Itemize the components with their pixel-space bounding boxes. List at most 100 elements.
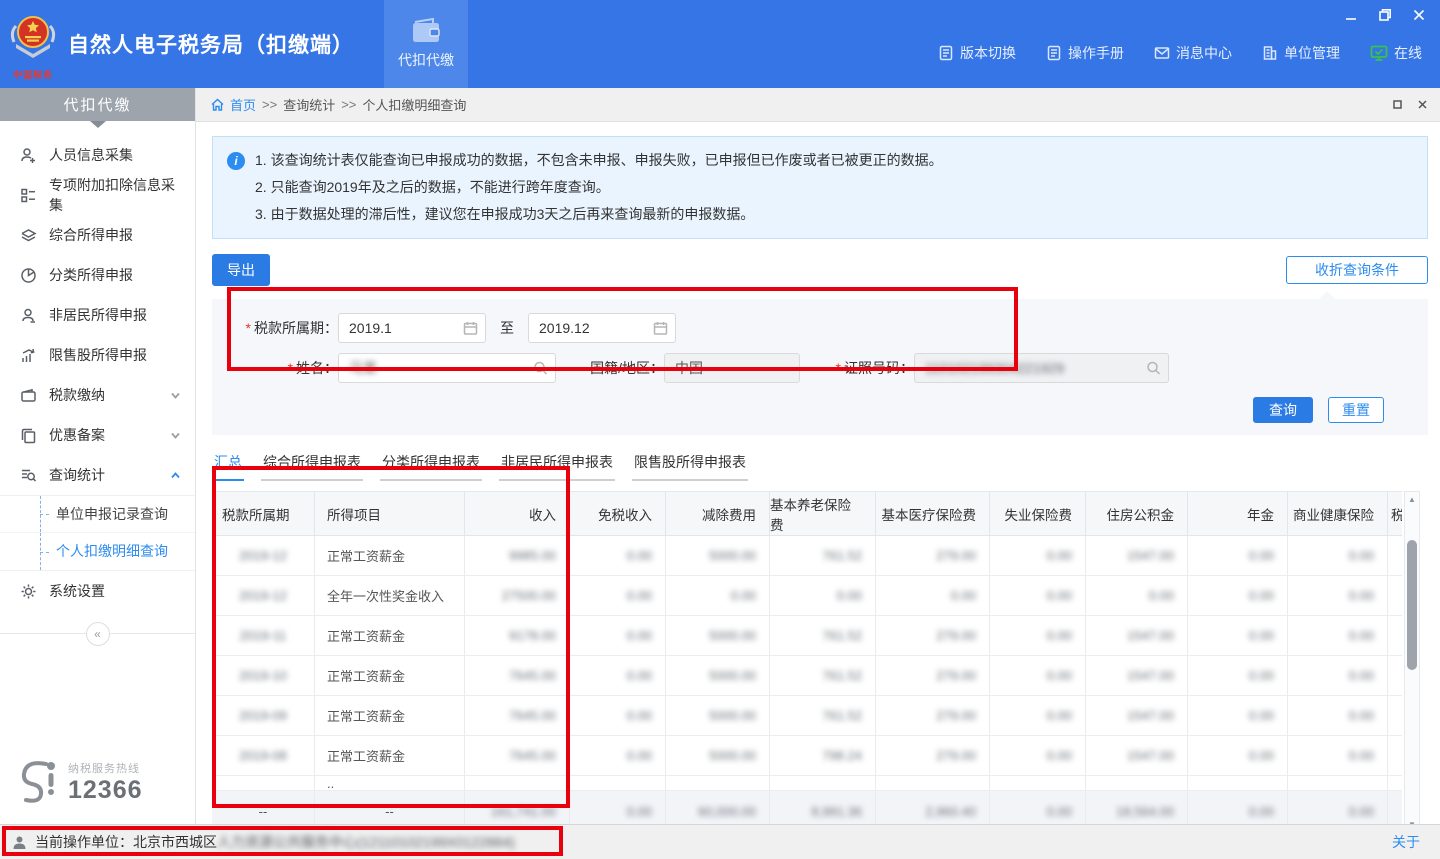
table-cell — [1388, 656, 1402, 696]
table-row[interactable]: 2019-09正常工资薪金7645.000.005000.00761.52279… — [212, 696, 1402, 736]
table-row[interactable]: 2019-08正常工资薪金7645.000.005000.00798.24279… — [212, 736, 1402, 776]
table-cell: 0.00 — [770, 576, 876, 616]
column-header[interactable]: 失业保险费 — [990, 492, 1086, 536]
breadcrumb-home[interactable]: 首页 — [230, 95, 256, 114]
column-header[interactable]: 收入 — [465, 492, 570, 536]
nationality-input[interactable]: 中国 — [664, 353, 800, 383]
column-header[interactable]: 基本养老保险费 — [770, 492, 876, 536]
titlebar: 中国税务 自然人电子税务局（扣缴端） 代扣代缴 版本切换 操作手册 消息中心 单… — [0, 0, 1440, 88]
table-cell: 0.00 — [570, 791, 666, 824]
about-link[interactable]: 关于 — [1392, 832, 1420, 852]
tab-restricted-shares-form[interactable]: 限售股所得申报表 — [632, 449, 748, 481]
tab-summary[interactable]: 汇总 — [212, 449, 244, 481]
menu-message-center[interactable]: 消息中心 — [1154, 43, 1232, 63]
close-button[interactable] — [1412, 8, 1426, 22]
scroll-up-arrow[interactable]: ▲ — [1405, 492, 1419, 506]
search-icon — [533, 361, 548, 376]
search-list-icon — [20, 467, 37, 484]
table-row[interactable]: 2019-12正常工资薪金9985.000.005000.00761.52279… — [212, 536, 1402, 576]
table-cell: 0.00 — [1188, 696, 1288, 736]
menu-unit-management[interactable]: 单位管理 — [1262, 43, 1340, 63]
vertical-scrollbar[interactable]: ▲ ▼ — [1404, 491, 1420, 824]
table-cell: 1547.00 — [1086, 696, 1188, 736]
table-cell — [1086, 776, 1188, 791]
panel-restore-icon[interactable] — [1392, 99, 1403, 110]
column-header[interactable]: 免税收入 — [570, 492, 666, 536]
breadcrumb-current-page: 个人扣缴明细查询 — [362, 95, 466, 114]
sidebar-subitem-unit-declaration-query[interactable]: 单位申报记录查询 — [0, 496, 195, 533]
sidebar-collapse-button[interactable]: « — [86, 622, 110, 646]
table-cell — [465, 776, 570, 791]
sidebar-item-comprehensive-income[interactable]: 综合所得申报 — [0, 215, 195, 255]
column-header[interactable]: 减除费用 — [666, 492, 770, 536]
column-header[interactable]: 所得项目 — [315, 492, 465, 536]
export-button[interactable]: 导出 — [212, 254, 270, 286]
table-cell: 正常工资薪金 — [315, 736, 465, 776]
column-header[interactable]: 商业健康保险 — [1288, 492, 1388, 536]
tab-nonresident-income-form[interactable]: 非居民所得申报表 — [499, 449, 615, 481]
sidebar-item-tax-payment[interactable]: 税款缴纳 — [0, 375, 195, 415]
tab-classified-income-form[interactable]: 分类所得申报表 — [380, 449, 482, 481]
sidebar-item-preferential-record[interactable]: 优惠备案 — [0, 415, 195, 455]
sidebar-subitem-personal-withholding-query[interactable]: 个人扣缴明细查询 — [0, 533, 195, 570]
period-from-input[interactable]: 2019.1 — [338, 313, 486, 343]
table-row[interactable]: 2019-10正常工资薪金7645.000.005000.00761.52279… — [212, 656, 1402, 696]
menu-version-switch[interactable]: 版本切换 — [938, 43, 1016, 63]
panel-notch — [1318, 291, 1336, 300]
required-asterisk: * — [246, 320, 251, 336]
table-row[interactable]: 2019-12全年一次性奖金收入27500.000.000.000.000.00… — [212, 576, 1402, 616]
collapse-query-conditions-button[interactable]: 收折查询条件 — [1286, 256, 1428, 284]
sidebar-item-personnel-info[interactable]: 人员信息采集 — [0, 135, 195, 175]
online-status[interactable]: 在线 — [1370, 43, 1422, 63]
table-cell: 761.52 — [770, 616, 876, 656]
tab-daikou-daijiao[interactable]: 代扣代缴 — [384, 0, 468, 88]
table-row[interactable]: 2019-11正常工资薪金9178.000.005000.00761.52279… — [212, 616, 1402, 656]
table-cell: 0.00 — [1288, 791, 1388, 824]
scroll-down-arrow[interactable]: ▼ — [1405, 817, 1419, 824]
column-header[interactable]: 税 — [1388, 492, 1402, 536]
sidebar-item-special-deduction[interactable]: 专项附加扣除信息采集 — [0, 175, 195, 215]
table-cell: 2019-12 — [212, 536, 315, 576]
minimize-button[interactable] — [1344, 8, 1358, 22]
tax-emblem-logo: 中国税务 — [8, 12, 58, 81]
column-header[interactable]: 税款所属期 — [212, 492, 315, 536]
tab-comprehensive-income-form[interactable]: 综合所得申报表 — [261, 449, 363, 481]
query-button[interactable]: 查询 — [1253, 397, 1313, 423]
column-header[interactable]: 住房公积金 — [1086, 492, 1188, 536]
restore-button[interactable] — [1378, 8, 1392, 22]
panel-close-icon[interactable] — [1417, 99, 1428, 110]
sidebar-header: 代扣代缴 — [0, 88, 195, 121]
sidebar-item-classified-income[interactable]: 分类所得申报 — [0, 255, 195, 295]
period-to-input[interactable]: 2019.12 — [528, 313, 676, 343]
column-header[interactable]: 年金 — [1188, 492, 1288, 536]
summary-table: 税款所属期 所得项目 收入 免税收入 减除费用 基本养老保险费 基本医疗保险费 … — [212, 491, 1420, 824]
table-cell: 5000.00 — [666, 536, 770, 576]
table-row[interactable]: ----161,741.000.0060,000.008,991.362,960… — [212, 791, 1402, 824]
summary-table-grid: 税款所属期 所得项目 收入 免税收入 减除费用 基本养老保险费 基本医疗保险费 … — [212, 491, 1402, 824]
summary-table-body: 2019-12正常工资薪金9985.000.005000.00761.52279… — [212, 536, 1402, 824]
reset-button[interactable]: 重置 — [1328, 397, 1384, 423]
table-cell: 0.00 — [1188, 536, 1288, 576]
table-cell — [876, 776, 990, 791]
sidebar-item-query-statistics[interactable]: 查询统计 — [0, 455, 195, 495]
table-cell — [1388, 791, 1402, 824]
table-cell: 279.00 — [876, 656, 990, 696]
id-label: *证照号码： — [822, 358, 914, 378]
table-row[interactable]: .. — [212, 776, 1402, 791]
menu-manual[interactable]: 操作手册 — [1046, 43, 1124, 63]
user-icon — [12, 835, 27, 850]
header-menu: 版本切换 操作手册 消息中心 单位管理 在线 — [938, 25, 1422, 63]
calendar-icon — [653, 321, 668, 336]
sidebar-item-nonresident-income[interactable]: 非居民所得申报 — [0, 295, 195, 335]
column-header[interactable]: 基本医疗保险费 — [876, 492, 990, 536]
vertical-scroll-thumb[interactable] — [1407, 540, 1417, 670]
table-cell — [212, 776, 315, 791]
sidebar-item-restricted-shares[interactable]: 限售股所得申报 — [0, 335, 195, 375]
name-input[interactable]: 马某 — [338, 353, 556, 383]
table-cell: 2019-08 — [212, 736, 315, 776]
sidebar-item-label: 系统设置 — [49, 581, 105, 601]
statusbar: 当前操作单位： 北京市西城区 人力资源公共服务中心(12110102199X01… — [0, 824, 1440, 859]
menu-label: 消息中心 — [1176, 43, 1232, 63]
id-number-input[interactable]: 110102199304221929 — [914, 353, 1169, 383]
sidebar-item-system-settings[interactable]: 系统设置 — [0, 571, 195, 611]
